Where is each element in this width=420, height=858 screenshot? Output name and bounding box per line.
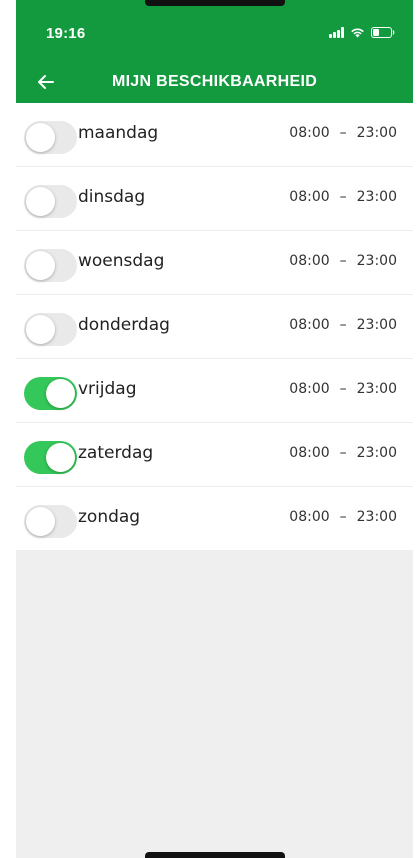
start-time[interactable]: 08:00 bbox=[289, 509, 329, 525]
time-separator: – bbox=[339, 317, 347, 333]
toggle-knob bbox=[46, 379, 75, 408]
day-toggle[interactable] bbox=[24, 249, 77, 282]
start-time[interactable]: 08:00 bbox=[289, 445, 329, 461]
day-toggle[interactable] bbox=[24, 313, 77, 346]
time-separator: – bbox=[339, 509, 347, 525]
time-range[interactable]: 08:00–23:00 bbox=[289, 189, 397, 205]
day-row: zondag 08:00–23:00 bbox=[16, 487, 413, 550]
home-indicator bbox=[145, 852, 285, 858]
header: 19:16 MIJN BESCHIKBAARHEID bbox=[16, 0, 413, 103]
time-separator: – bbox=[339, 189, 347, 205]
day-row: donderdag 08:00–23:00 bbox=[16, 295, 413, 359]
end-time[interactable]: 23:00 bbox=[357, 445, 397, 461]
day-toggle[interactable] bbox=[24, 121, 77, 154]
day-toggle[interactable] bbox=[24, 185, 77, 218]
availability-list: maandag 08:00–23:00 dinsdag 08:00–23:00 woen… bbox=[16, 103, 413, 550]
cellular-signal-icon bbox=[329, 27, 344, 38]
battery-icon bbox=[371, 27, 395, 38]
end-time[interactable]: 23:00 bbox=[357, 253, 397, 269]
start-time[interactable]: 08:00 bbox=[289, 189, 329, 205]
start-time[interactable]: 08:00 bbox=[289, 317, 329, 333]
page-title: MIJN BESCHIKBAARHEID bbox=[111, 73, 318, 90]
time-range[interactable]: 08:00–23:00 bbox=[289, 381, 397, 397]
status-time: 19:16 bbox=[46, 25, 86, 42]
day-label: zondag bbox=[78, 507, 141, 527]
end-time[interactable]: 23:00 bbox=[357, 509, 397, 525]
day-row: woensdag 08:00–23:00 bbox=[16, 231, 413, 295]
toggle-knob bbox=[26, 315, 55, 344]
end-time[interactable]: 23:00 bbox=[357, 125, 397, 141]
status-bar: 19:16 bbox=[16, 0, 413, 60]
day-label: donderdag bbox=[78, 315, 170, 335]
time-range[interactable]: 08:00–23:00 bbox=[289, 317, 397, 333]
time-separator: – bbox=[339, 445, 347, 461]
toggle-knob bbox=[46, 443, 75, 472]
day-toggle[interactable] bbox=[24, 441, 77, 474]
time-separator: – bbox=[339, 125, 347, 141]
start-time[interactable]: 08:00 bbox=[289, 125, 329, 141]
day-row: vrijdag 08:00–23:00 bbox=[16, 359, 413, 423]
start-time[interactable]: 08:00 bbox=[289, 253, 329, 269]
top-notch bbox=[145, 0, 285, 6]
day-label: vrijdag bbox=[78, 379, 137, 399]
time-separator: – bbox=[339, 381, 347, 397]
start-time[interactable]: 08:00 bbox=[289, 381, 329, 397]
toggle-knob bbox=[26, 187, 55, 216]
toggle-knob bbox=[26, 507, 55, 536]
time-range[interactable]: 08:00–23:00 bbox=[289, 509, 397, 525]
status-icons bbox=[329, 27, 395, 38]
day-row: maandag 08:00–23:00 bbox=[16, 103, 413, 167]
nav-bar: MIJN BESCHIKBAARHEID bbox=[16, 60, 413, 103]
end-time[interactable]: 23:00 bbox=[357, 317, 397, 333]
time-range[interactable]: 08:00–23:00 bbox=[289, 253, 397, 269]
day-toggle[interactable] bbox=[24, 505, 77, 538]
day-label: woensdag bbox=[78, 251, 165, 271]
end-time[interactable]: 23:00 bbox=[357, 381, 397, 397]
day-row: dinsdag 08:00–23:00 bbox=[16, 167, 413, 231]
day-label: dinsdag bbox=[78, 187, 146, 207]
day-label: zaterdag bbox=[78, 443, 154, 463]
time-range[interactable]: 08:00–23:00 bbox=[289, 445, 397, 461]
wifi-icon bbox=[350, 27, 365, 38]
toggle-knob bbox=[26, 123, 55, 152]
app-screen: 19:16 MIJN BESCHIKBAARHEID maandag 08:00… bbox=[16, 0, 413, 858]
time-range[interactable]: 08:00–23:00 bbox=[289, 125, 397, 141]
day-row: zaterdag 08:00–23:00 bbox=[16, 423, 413, 487]
time-separator: – bbox=[339, 253, 347, 269]
toggle-knob bbox=[26, 251, 55, 280]
end-time[interactable]: 23:00 bbox=[357, 189, 397, 205]
day-toggle[interactable] bbox=[24, 377, 77, 410]
day-label: maandag bbox=[78, 123, 159, 143]
